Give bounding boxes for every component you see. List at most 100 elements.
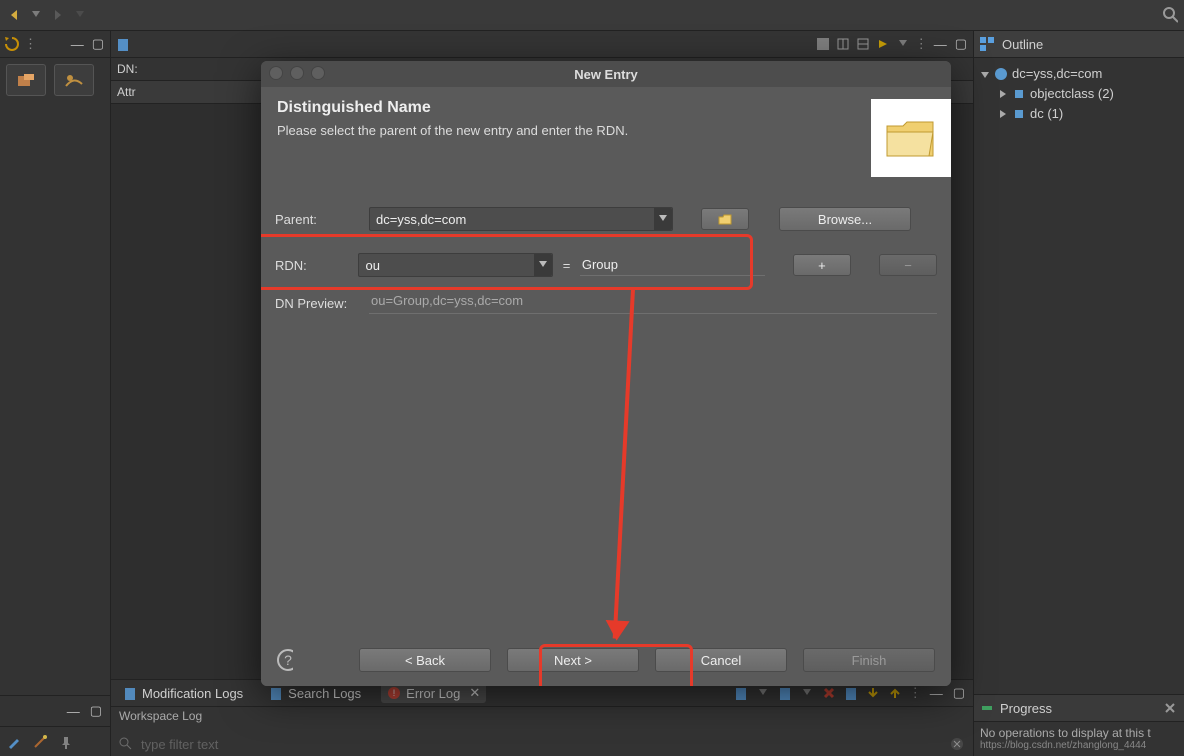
svg-text:!: !: [393, 688, 396, 698]
editor-run-icon[interactable]: [875, 36, 891, 52]
editor-ctrl-1-icon[interactable]: [815, 36, 831, 52]
progress-tabbar: Progress: [974, 695, 1184, 722]
maximize-icon[interactable]: ▢: [90, 36, 106, 52]
wand-icon[interactable]: [32, 734, 48, 750]
progress-panel: Progress No operations to display at thi…: [974, 694, 1184, 756]
dialog-body: Parent: dc=yss,dc=com Browse...: [261, 189, 951, 634]
palette-item-2[interactable]: [54, 64, 94, 96]
palette-item-1[interactable]: [6, 64, 46, 96]
rdn-add-button[interactable]: +: [793, 254, 851, 276]
annotation-arrow: [613, 289, 635, 639]
rdn-attr-combo[interactable]: ou: [358, 253, 553, 277]
traffic-lights: [269, 66, 325, 80]
tab-search-logs-label: Search Logs: [288, 686, 361, 701]
parent-label: Parent:: [275, 212, 361, 227]
parent-combo[interactable]: dc=yss,dc=com: [369, 207, 673, 231]
dialog-header: Distinguished Name Please select the par…: [261, 87, 951, 189]
outline-tree: dc=yss,dc=com objectclass (2) dc (1): [974, 58, 1184, 694]
close-traffic-icon[interactable]: [269, 66, 283, 80]
rdn-value-input[interactable]: [580, 255, 765, 276]
tree-child-2-label: dc (1): [1030, 104, 1063, 124]
dn-preview-label: DN Preview:: [275, 296, 361, 311]
minimize-traffic-icon[interactable]: [290, 66, 304, 80]
rdn-attr-value: ou: [365, 258, 379, 273]
search-icon[interactable]: [1162, 7, 1178, 23]
rdn-attr-caret-icon[interactable]: [534, 254, 552, 276]
left-panel-toolbar: ⋮ — ▢: [0, 31, 110, 58]
editor-minimize-icon[interactable]: —: [932, 37, 949, 52]
parent-combo-caret-icon[interactable]: [654, 208, 672, 230]
browse-button[interactable]: Browse...: [779, 207, 911, 231]
logs-action-1-icon[interactable]: [733, 685, 749, 701]
logs-export-icon[interactable]: [887, 685, 903, 701]
workspace-log-label: Workspace Log: [119, 709, 202, 723]
tab-modification-logs[interactable]: Modification Logs: [117, 684, 249, 703]
logs-action-3-icon[interactable]: [843, 685, 859, 701]
dialog-footer: ? < Back Next > Cancel Finish: [261, 634, 951, 686]
progress-icon: [980, 701, 994, 715]
logs-action-1-dd-icon[interactable]: [755, 685, 771, 701]
rdn-equals: =: [561, 258, 572, 273]
tree-root[interactable]: dc=yss,dc=com: [980, 64, 1178, 84]
finish-button: Finish: [803, 648, 935, 672]
workspace-log-header: Workspace Log: [111, 707, 973, 731]
editor-ctrl-3-icon[interactable]: [855, 36, 871, 52]
left-panel-bottombar: — ▢: [0, 695, 110, 726]
filter-clear-icon[interactable]: [949, 736, 965, 752]
dialog-header-title: Distinguished Name: [277, 99, 871, 117]
filter-row: [111, 731, 973, 756]
tab-error-log-close-icon[interactable]: ✕: [469, 685, 480, 701]
forward-arrow-icon[interactable]: [50, 7, 66, 23]
tab-error-log[interactable]: ! Error Log ✕: [381, 683, 486, 703]
filter-input[interactable]: [139, 734, 943, 754]
progress-link: https://blog.csdn.net/zhanglong_4444: [980, 740, 1178, 751]
pencil-icon[interactable]: [6, 734, 22, 750]
tree-root-label: dc=yss,dc=com: [1012, 64, 1102, 84]
logs-import-icon[interactable]: [865, 685, 881, 701]
left-panel-tools: [0, 726, 110, 756]
dn-label: DN:: [117, 62, 138, 76]
tree-child-1[interactable]: objectclass (2): [980, 84, 1178, 104]
help-icon[interactable]: ?: [277, 652, 293, 668]
dialog-titlebar[interactable]: New Entry: [261, 61, 951, 87]
refresh-icon[interactable]: [4, 36, 20, 52]
left-panel: ⋮ — ▢ — ▢: [0, 31, 111, 756]
back-button-label: < Back: [405, 653, 445, 668]
editor-dropdown-icon[interactable]: [895, 36, 911, 52]
rdn-add-label: +: [818, 258, 826, 273]
editor-ctrl-2-icon[interactable]: [835, 36, 851, 52]
pin-icon[interactable]: [58, 734, 74, 750]
progress-close-icon[interactable]: [1162, 700, 1178, 716]
back-dropdown-icon[interactable]: [28, 7, 44, 23]
back-button[interactable]: < Back: [359, 648, 491, 672]
zoom-traffic-icon[interactable]: [311, 66, 325, 80]
right-panel: Outline dc=yss,dc=com objectclass (2) dc…: [973, 31, 1184, 756]
dialog-title: New Entry: [574, 67, 638, 82]
logs-delete-icon[interactable]: [821, 685, 837, 701]
logs-action-2-dd-icon[interactable]: [799, 685, 815, 701]
logs-maximize-icon[interactable]: ▢: [951, 685, 967, 701]
progress-body: No operations to display at this t https…: [974, 722, 1184, 755]
left-bottom-minimize-icon[interactable]: —: [65, 704, 82, 719]
rdn-remove-button: −: [879, 254, 937, 276]
outline-tab[interactable]: Outline: [974, 31, 1184, 58]
parent-history-button[interactable]: [701, 208, 749, 230]
logs-action-2-icon[interactable]: [777, 685, 793, 701]
next-button[interactable]: Next >: [507, 648, 639, 672]
forward-dropdown-icon[interactable]: [72, 7, 88, 23]
dn-preview-row: DN Preview: ou=Group,dc=yss,dc=com: [275, 293, 937, 314]
left-bottom-maximize-icon[interactable]: ▢: [88, 703, 104, 719]
cancel-button[interactable]: Cancel: [655, 648, 787, 672]
dn-preview-value: ou=Group,dc=yss,dc=com: [369, 293, 937, 314]
tab-search-logs[interactable]: Search Logs: [263, 684, 367, 703]
progress-empty-text: No operations to display at this t: [980, 726, 1178, 740]
logs-panel: Modification Logs Search Logs ! Error Lo…: [111, 679, 973, 756]
tree-child-2[interactable]: dc (1): [980, 104, 1178, 124]
outline-icon: [980, 37, 996, 51]
back-arrow-icon[interactable]: [6, 7, 22, 23]
editor-maximize-icon[interactable]: ▢: [953, 36, 969, 52]
editor-title-icon: [115, 36, 131, 52]
minimize-icon[interactable]: —: [69, 37, 86, 52]
dialog-header-sub: Please select the parent of the new entr…: [277, 123, 871, 138]
logs-minimize-icon[interactable]: —: [928, 686, 945, 701]
